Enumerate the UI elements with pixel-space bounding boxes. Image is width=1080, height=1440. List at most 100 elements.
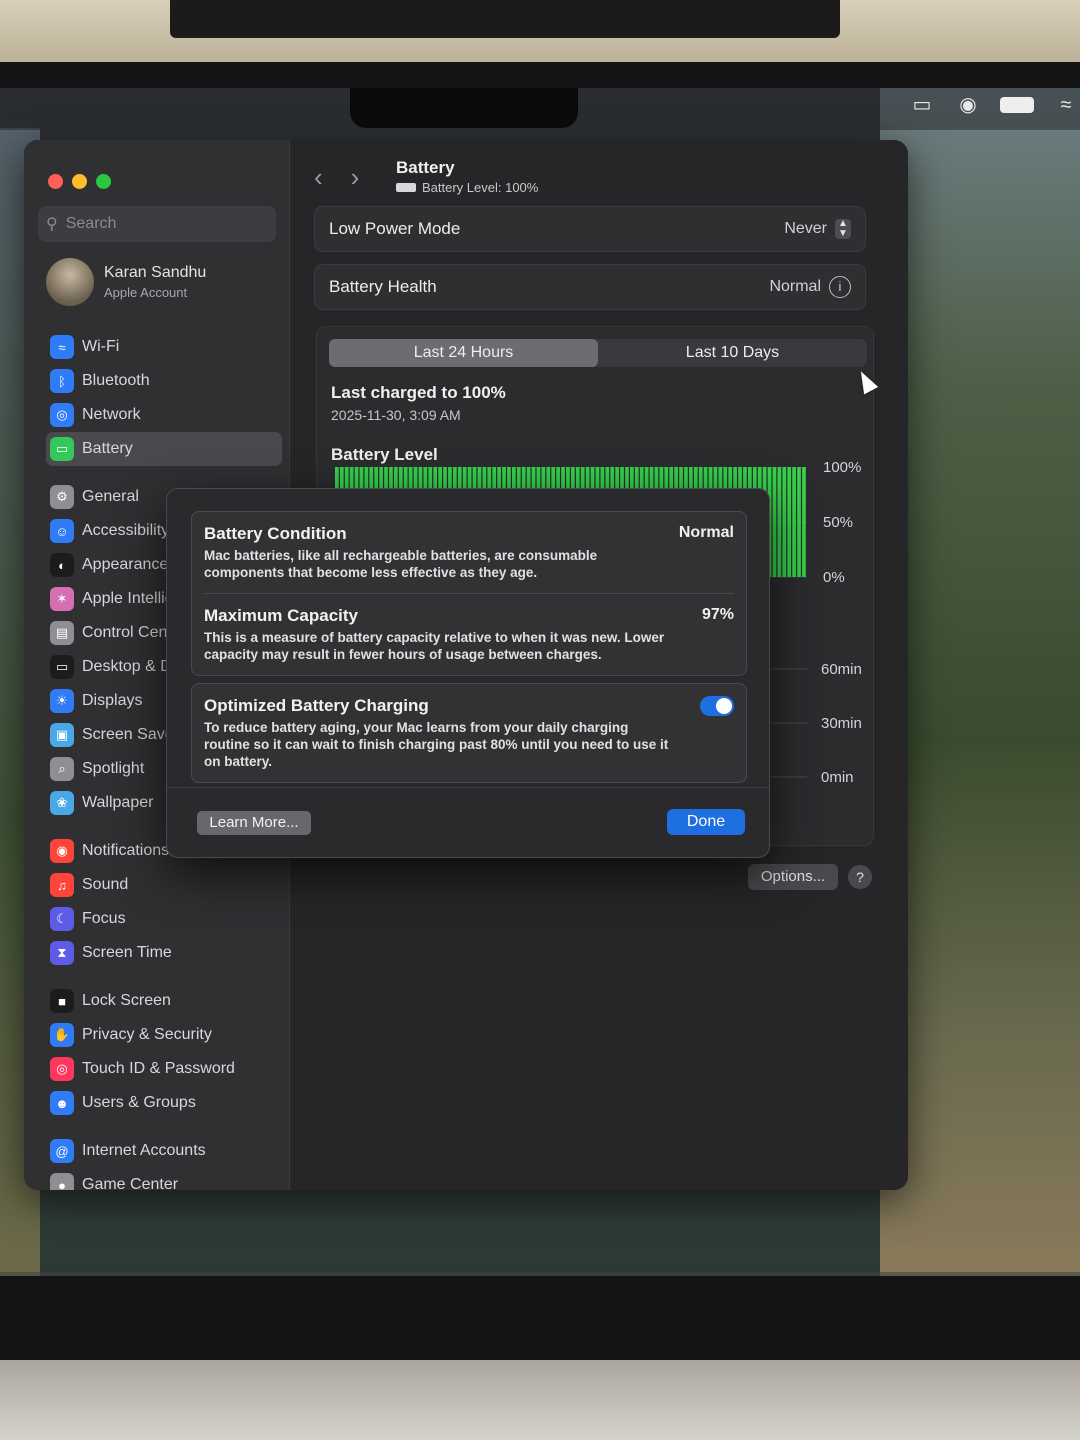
display-icon[interactable]: ▭ <box>908 94 936 116</box>
maximum-capacity-value: 97% <box>701 606 734 623</box>
time-tick-0: 0min <box>821 769 854 786</box>
page-subtitle: Battery Level: 100% <box>396 180 538 195</box>
sidebar-item-privacy-security[interactable]: ✋ Privacy & Security <box>46 1018 282 1052</box>
search-icon: ⚲ <box>46 216 58 233</box>
sidebar-item-label: Battery <box>82 440 133 457</box>
appearance-icon: ◐ <box>50 553 74 577</box>
learn-more-button[interactable]: Learn More... <box>197 811 311 835</box>
done-button[interactable]: Done <box>667 809 745 835</box>
y-tick-0: 0% <box>823 569 845 586</box>
last-charged-date: 2025-11-30, 3:09 AM <box>331 407 461 423</box>
wifi-icon: ≈ <box>50 335 74 359</box>
displays-icon: ☀ <box>50 689 74 713</box>
condition-group: Battery Condition Normal Mac batteries, … <box>191 511 747 676</box>
sidebar-item-label: Privacy & Security <box>82 1026 212 1043</box>
spotlight-icon: ⌕ <box>50 757 74 781</box>
sidebar-item-battery[interactable]: ▭ Battery <box>46 432 282 466</box>
battery-condition-desc: Mac batteries, like all rechargeable bat… <box>204 548 598 580</box>
info-icon[interactable]: i <box>829 276 851 298</box>
sidebar-item-sound[interactable]: ♫ Sound <box>46 868 282 902</box>
last-charged: Last charged to 100% <box>331 383 506 402</box>
close-button[interactable] <box>48 174 63 189</box>
y-tick-100: 100% <box>823 459 862 476</box>
options-button[interactable]: Options... <box>748 864 838 890</box>
battery-level-text: Battery Level: 100% <box>422 180 539 195</box>
battery-level-bar <box>787 467 792 577</box>
menu-extras: ▭ ◉ ≈ <box>908 94 1080 116</box>
accessibility-icon: ☺ <box>50 519 74 543</box>
privacy-icon: ✋ <box>50 1023 74 1047</box>
optimized-charging-desc: To reduce battery aging, your Mac learns… <box>204 720 669 769</box>
sidebar-item-touch-id-password[interactable]: ◎ Touch ID & Password <box>46 1052 282 1086</box>
sidebar-item-label: Displays <box>82 692 143 709</box>
sound-icon: ♫ <box>50 873 74 897</box>
maximum-capacity-desc: This is a measure of battery capacity re… <box>204 630 665 662</box>
maximum-capacity-row: Maximum Capacity 97% This is a measure o… <box>192 594 746 675</box>
sidebar-item-screen-time[interactable]: ⧗ Screen Time <box>46 936 282 970</box>
wallpaper-icon: ❀ <box>50 791 74 815</box>
sidebar-item-focus[interactable]: ☾ Focus <box>46 902 282 936</box>
battery-condition-title: Battery Condition <box>204 524 347 543</box>
avatar <box>46 258 94 306</box>
zoom-button[interactable] <box>96 174 111 189</box>
forward-button[interactable]: › <box>351 162 360 193</box>
sidebar-item-wi-fi[interactable]: ≈ Wi-Fi <box>46 330 282 364</box>
sidebar-item-game-center[interactable]: ● Game Center <box>46 1168 282 1190</box>
tab-last-10-days[interactable]: Last 10 Days <box>598 339 867 367</box>
low-power-value: Never <box>784 220 827 237</box>
sidebar-item-lock-screen[interactable]: ■ Lock Screen <box>46 984 282 1018</box>
account-row[interactable]: Karan Sandhu Apple Account <box>46 258 206 306</box>
camera-notch <box>350 88 578 128</box>
sidebar-item-label: Screen Time <box>82 944 172 961</box>
account-name: Karan Sandhu <box>104 264 207 281</box>
wallpaper-forest <box>880 88 1080 1276</box>
screen-saver-icon: ▣ <box>50 723 74 747</box>
battery-icon[interactable] <box>1000 97 1034 113</box>
time-tick-30: 30min <box>821 715 862 732</box>
battery-condition-row: Battery Condition Normal Mac batteries, … <box>192 512 746 593</box>
game-center-icon: ● <box>50 1173 74 1190</box>
battery-level-bar <box>792 467 796 577</box>
page-title: Battery <box>396 158 455 177</box>
screen-time-icon: ⧗ <box>50 941 74 965</box>
optimized-charging-toggle[interactable] <box>700 696 734 716</box>
users-icon: ☻ <box>50 1091 74 1115</box>
battery-level-bar <box>772 467 777 577</box>
sidebar-item-users-groups[interactable]: ☻ Users & Groups <box>46 1086 282 1120</box>
optimized-charging-row: Optimized Battery Charging To reduce bat… <box>192 684 746 782</box>
low-power-label: Low Power Mode <box>329 219 461 238</box>
help-button[interactable]: ? <box>848 865 872 889</box>
sidebar-item-label: Accessibility <box>82 522 170 539</box>
globe-icon: ◎ <box>50 403 74 427</box>
minimize-button[interactable] <box>72 174 87 189</box>
sidebar-item-label: Focus <box>82 910 126 927</box>
wifi-icon[interactable]: ≈ <box>1052 94 1080 116</box>
maximum-capacity-title: Maximum Capacity <box>204 606 358 625</box>
sidebar-item-network[interactable]: ◎ Network <box>46 398 282 432</box>
battery-level-bar <box>777 467 782 577</box>
back-button[interactable]: ‹ <box>314 162 323 193</box>
tab-last-24-hours[interactable]: Last 24 Hours <box>329 339 598 367</box>
low-power-row: Low Power Mode Never ▲ ▼ <box>314 206 866 252</box>
sidebar-item-label: Spotlight <box>82 760 145 777</box>
search-input[interactable]: ⚲ Search <box>38 206 276 242</box>
play-icon[interactable]: ◉ <box>954 94 982 116</box>
sidebar-item-label: Sound <box>82 876 129 893</box>
optimized-charging-title: Optimized Battery Charging <box>204 696 429 715</box>
battery-level-bar <box>797 467 801 577</box>
sidebar-item-label: Game Center <box>82 1176 179 1190</box>
sidebar-item-bluetooth[interactable]: ᛒ Bluetooth <box>46 364 282 398</box>
gear-icon: ⚙ <box>50 485 74 509</box>
sidebar-item-internet-accounts[interactable]: @ Internet Accounts <box>46 1134 282 1168</box>
sidebar-item-label: Users & Groups <box>82 1094 196 1111</box>
sidebar-item-label: Wallpaper <box>82 794 154 811</box>
sidebar-item-label: Appearance <box>82 556 169 573</box>
toggle-knob <box>716 698 732 714</box>
chevron-updown-icon: ▲ ▼ <box>835 219 851 239</box>
low-power-select[interactable]: Never ▲ ▼ <box>784 219 851 239</box>
battery-health-row: Battery Health Normal i <box>314 264 866 310</box>
battery-level-bar <box>782 467 787 577</box>
time-range-segmented: Last 24 Hours Last 10 Days <box>329 339 867 367</box>
